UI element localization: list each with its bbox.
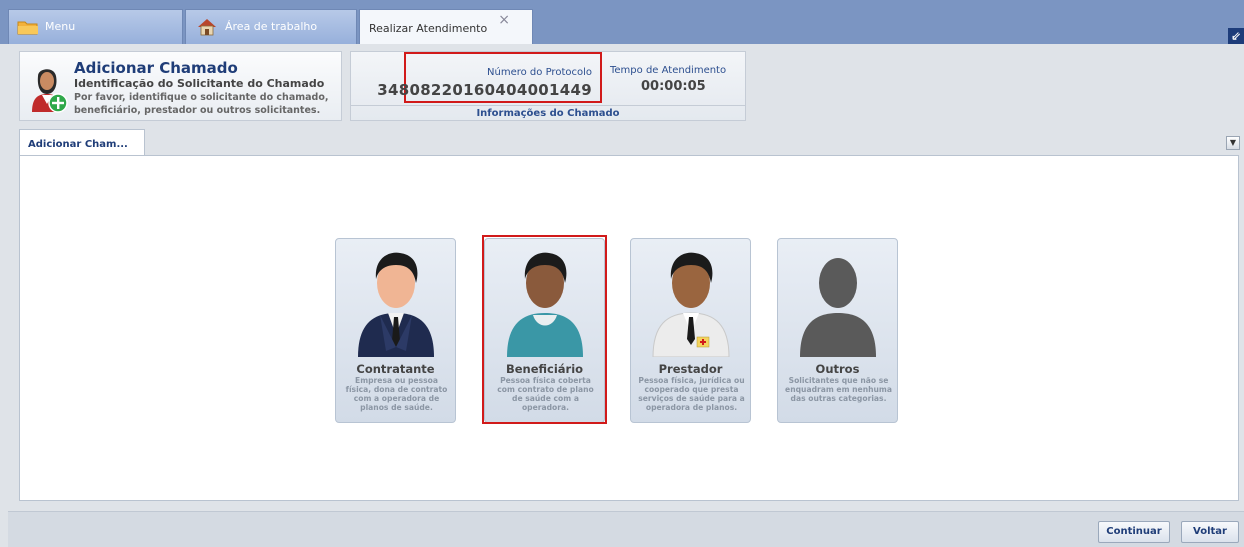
tab-adicionar-chamado[interactable]: Adicionar Cham... <box>19 129 145 157</box>
back-button[interactable]: Voltar <box>1181 521 1239 543</box>
card-description: Empresa ou pessoa física, dona de contra… <box>345 376 448 412</box>
provider-doctor-icon <box>652 252 730 357</box>
tab-area-label: Área de trabalho <box>225 20 318 33</box>
bottom-action-bar: Continuar Voltar <box>8 511 1244 547</box>
close-icon[interactable]: × <box>498 12 510 28</box>
card-description: Solicitantes que não se enquadram em nen… <box>785 376 892 403</box>
protocol-highlight: Número do Protocolo 34808220160404001449 <box>377 52 602 103</box>
tab-realizar-label: Realizar Atendimento <box>369 22 488 35</box>
restore-icon[interactable]: ⇙ <box>1228 28 1244 44</box>
tab-menu-label: Menu <box>45 20 76 33</box>
page-description: Por favor, identifique o solicitante do … <box>74 92 329 116</box>
protocol-value: 34808220160404001449 <box>377 81 592 99</box>
service-time-label: Tempo de Atendimento <box>610 65 727 76</box>
folder-icon <box>17 21 38 35</box>
card-title: Outros <box>815 362 860 376</box>
card-contratante[interactable]: Contratante Empresa ou pessoa física, do… <box>335 238 456 423</box>
tab-menu[interactable]: Menu <box>8 9 183 44</box>
content-tab-bar: Adicionar Cham... <box>8 126 1244 157</box>
card-outros[interactable]: Outros Solicitantes que não se enquadram… <box>777 238 898 423</box>
card-description: Pessoa física, jurídica ou cooperado que… <box>638 376 745 412</box>
beneficiario-highlight <box>482 235 607 424</box>
tab-area-de-trabalho[interactable]: Área de trabalho <box>185 9 357 44</box>
page-title: Adicionar Chamado <box>74 59 238 77</box>
add-call-panel: Adicionar Chamado Identificação do Solic… <box>19 51 342 121</box>
contractor-person-icon <box>358 252 434 357</box>
user-add-icon <box>32 69 68 113</box>
page-subtitle: Identificação do Solicitante do Chamado <box>74 77 325 90</box>
card-prestador[interactable]: Prestador Pessoa física, jurídica ou coo… <box>630 238 751 423</box>
card-title: Contratante <box>356 362 435 376</box>
tab-realizar-atendimento[interactable]: Realizar Atendimento × <box>359 9 533 44</box>
continue-button[interactable]: Continuar <box>1098 521 1170 543</box>
top-tab-bar: Menu Área de trabalho Realizar Atendimen… <box>0 0 1244 44</box>
other-silhouette-icon <box>800 258 876 357</box>
card-title: Prestador <box>658 362 723 376</box>
protocol-label: Número do Protocolo <box>487 67 592 78</box>
house-icon <box>198 19 216 36</box>
chevron-down-icon[interactable]: ▼ <box>1226 136 1240 150</box>
requester-selection-panel: Contratante Empresa ou pessoa física, do… <box>19 155 1239 501</box>
call-info-panel: Número do Protocolo 34808220160404001449… <box>350 51 746 121</box>
service-time-value: 00:00:05 <box>641 79 706 94</box>
call-info-footer: Informações do Chamado <box>351 105 745 121</box>
